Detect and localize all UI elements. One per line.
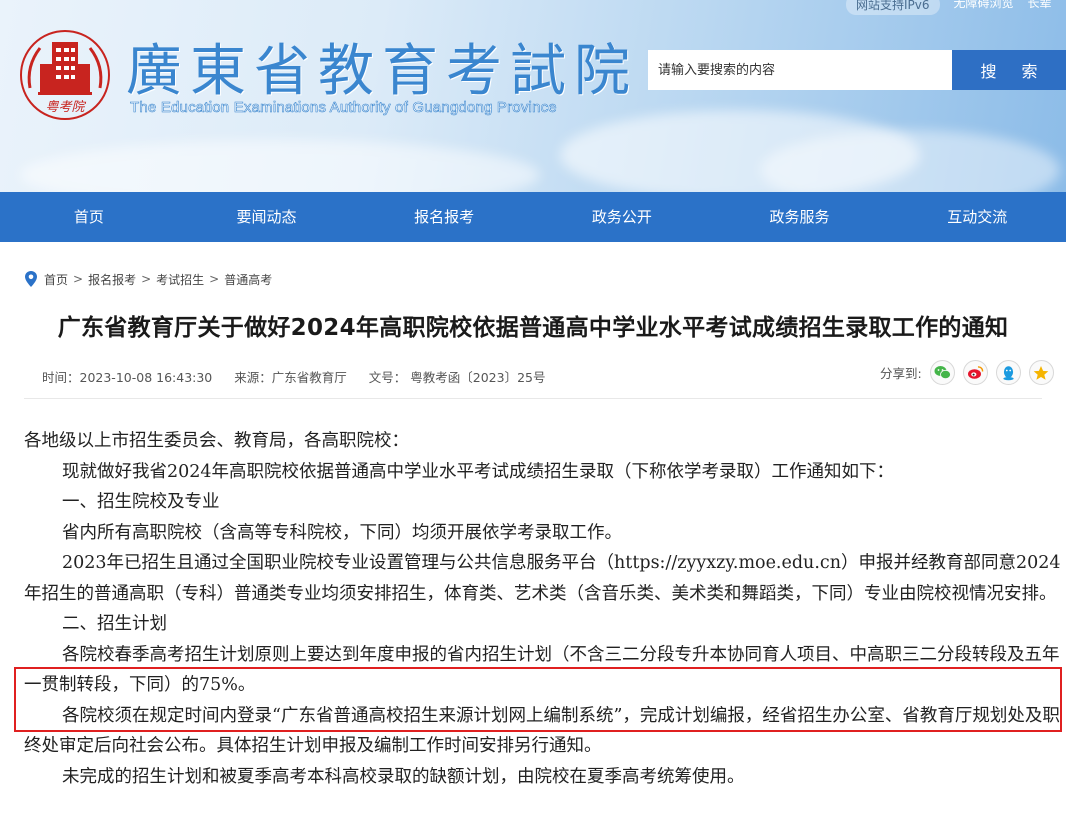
breadcrumb-home[interactable]: 首页 [44,271,68,288]
nav-item-gov-affairs[interactable]: 政务公开 [533,192,711,242]
section-heading: 二、招生计划 [62,614,167,634]
breadcrumb-separator: > [141,272,152,286]
header-divider [24,398,1042,399]
location-pin-icon [25,271,37,287]
decorative-cloud [20,140,540,192]
nav-item-news[interactable]: 要闻动态 [178,192,356,242]
body-paragraph: 2023年已招生且通过全国职业院校专业设置管理与公共信息服务平台（https:/… [24,553,1061,604]
site-subtitle: The Education Examinations Authority of … [130,99,557,117]
share-label: 分享到: [880,366,922,381]
wechat-icon[interactable] [929,360,955,385]
nav-item-gov-services[interactable]: 政务服务 [711,192,889,242]
logo-icon[interactable]: 粤考院 [18,28,112,122]
weibo-icon[interactable] [962,360,988,385]
body-paragraph: 各院校须在规定时间内登录“广东省普通高校招生来源计划网上编制系统”，完成计划编报… [24,705,1060,757]
body-paragraph: 未完成的招生计划和被夏季高考本科高校录取的缺额计划，由院校在夏季高考统筹使用。 [62,766,745,787]
publish-time: 时间：2023-10-08 16:43:30 [42,370,213,385]
main-nav: 首页 要闻动态 报名报考 政务公开 政务服务 互动交流 [0,192,1066,242]
article-meta: 时间：2023-10-08 16:43:30 来源：广东省教育厅 文号： 粤教考… [42,367,545,386]
breadcrumb-separator: > [73,272,84,286]
search-input[interactable] [648,50,952,90]
breadcrumb-separator: > [209,272,220,286]
header-banner: 网站支持IPv6 无障碍浏览 长辈 粤考院 廣東省教育考試院 The Educa… [0,0,1066,192]
document-number: 文号： 粤教考函〔2023〕25号 [368,370,546,385]
nav-item-interaction[interactable]: 互动交流 [888,192,1066,242]
site-title: 廣東省教育考試院 [126,39,638,104]
nav-item-home[interactable]: 首页 [0,192,178,242]
article-body: 各地级以上市招生委员会、教育局，各高职院校： 现就做好我省2024年高职院校依据… [24,426,1064,792]
body-paragraph: 现就做好我省2024年高职院校依据普通高中学业水平考试成绩招生录取（下称依学考录… [62,461,895,482]
search-button[interactable]: 搜 索 [952,50,1066,90]
article-source: 来源：广东省教育厅 [234,370,347,385]
logo-caption: 粤考院 [45,99,86,115]
qq-icon[interactable] [995,360,1021,385]
ipv6-link[interactable]: 网站支持IPv6 [846,0,940,15]
article-title: 广东省教育厅关于做好2024年高职院校依据普通高中学业水平考试成绩招生录取工作的… [57,315,1009,341]
body-paragraph: 省内所有高职院校（含高等专科院校，下同）均须开展依学考录取工作。 [62,522,622,543]
highlighted-paragraph: 各院校春季高考招生计划原则上要达到年度申报的省内招生计划（不含三二分段专升本协同… [24,644,1060,696]
qzone-icon[interactable] [1028,360,1054,385]
section-heading: 一、招生院校及专业 [62,492,220,512]
nav-item-registration[interactable]: 报名报考 [355,192,533,242]
salutation: 各地级以上市招生委员会、教育局，各高职院校： [24,431,409,451]
breadcrumb-exam-enrollment[interactable]: 考试招生 [156,271,204,288]
share-bar: 分享到: [880,360,1054,385]
accessibility-link[interactable]: 无障碍浏览 [954,0,1014,15]
top-links: 网站支持IPv6 无障碍浏览 长辈 [846,0,1052,15]
elder-mode-link[interactable]: 长辈 [1028,0,1052,15]
breadcrumb-registration[interactable]: 报名报考 [88,271,136,288]
breadcrumb-gaokao[interactable]: 普通高考 [224,271,272,288]
breadcrumb: 首页 > 报名报考 > 考试招生 > 普通高考 [24,270,272,288]
